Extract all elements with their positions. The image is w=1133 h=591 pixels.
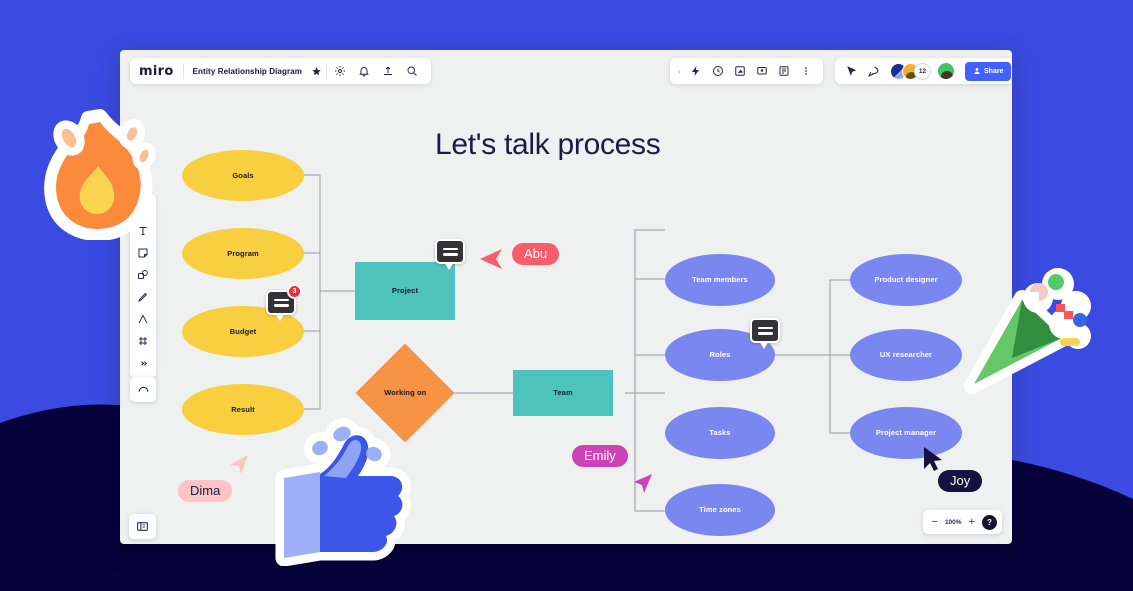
help-button[interactable]: ?: [982, 514, 997, 530]
connector-tool[interactable]: [133, 309, 153, 329]
node-tasks[interactable]: Tasks: [665, 407, 775, 459]
cursor-dima: [230, 455, 248, 474]
node-program[interactable]: Program: [182, 228, 304, 279]
miro-app-window: Let's talk process Goals Program Budget …: [120, 50, 1012, 544]
frame-icon[interactable]: [731, 62, 750, 81]
node-label: Project: [391, 286, 419, 296]
node-ux-researcher[interactable]: UX researcher: [850, 329, 962, 381]
comment-project[interactable]: [435, 239, 465, 270]
thumbs-up-sticker: [275, 418, 411, 566]
chevron-right-icon[interactable]: ›: [677, 67, 684, 76]
node-label: Team members: [692, 275, 748, 285]
zoom-level: 100%: [944, 518, 962, 526]
canvas-title: Let's talk process: [435, 128, 661, 162]
avatar-current-user[interactable]: [937, 62, 955, 80]
undo-icon: [138, 386, 148, 392]
timer-icon[interactable]: [709, 62, 728, 81]
comment-line: [442, 247, 458, 250]
connector-icon: [138, 314, 148, 324]
comment-budget[interactable]: 3: [266, 284, 302, 321]
cursor-emily: [634, 474, 652, 493]
node-project[interactable]: Project: [355, 262, 455, 320]
more-icon[interactable]: [797, 62, 816, 81]
document-title[interactable]: Entity Relationship Diagram: [184, 67, 307, 76]
sticky-note-tool[interactable]: [133, 243, 153, 263]
share-label: Share: [984, 67, 1004, 75]
shapes-tool[interactable]: [133, 265, 153, 285]
canvas[interactable]: Let's talk process Goals Program Budget …: [120, 50, 1012, 544]
pen-icon: [138, 292, 148, 302]
comment-roles[interactable]: [750, 318, 780, 349]
gear-icon[interactable]: [331, 62, 350, 81]
lightning-icon[interactable]: [687, 62, 706, 81]
node-product-designer[interactable]: Product designer: [850, 254, 962, 306]
collaborator-tag-emily: Emily: [572, 445, 628, 467]
node-label: Time zones: [699, 505, 741, 515]
more-icon: [140, 360, 147, 366]
node-label: Program: [227, 248, 259, 258]
panel-toggle[interactable]: [129, 514, 156, 539]
node-project-manager[interactable]: Project manager: [850, 407, 962, 459]
topbar-left: miro Entity Relationship Diagram: [130, 58, 431, 84]
cursor-joy: [924, 447, 942, 471]
frame-icon: [139, 337, 147, 345]
panel-icon: [137, 522, 148, 531]
divider: [325, 63, 327, 79]
page-root: Let's talk process Goals Program Budget …: [0, 0, 1133, 591]
miro-logo[interactable]: miro: [139, 64, 183, 79]
star-icon[interactable]: [307, 62, 326, 81]
cursor-share-icon[interactable]: [842, 62, 861, 81]
topbar-right: 12 Share: [835, 58, 1012, 84]
rocket-icon[interactable]: [864, 62, 883, 81]
avatar-count-badge[interactable]: 12: [914, 62, 931, 80]
node-label: Project manager: [875, 428, 937, 438]
bell-icon[interactable]: [355, 62, 374, 81]
node-team[interactable]: Team: [513, 370, 613, 416]
topbar-middle: ›: [670, 58, 823, 84]
node-label: Goals: [232, 170, 254, 180]
node-team-members[interactable]: Team members: [665, 254, 775, 306]
comment-line: [757, 332, 773, 335]
node-label: Result: [231, 404, 255, 414]
zoom-control: − 100% + ?: [922, 510, 1002, 534]
frame-tool[interactable]: [133, 331, 153, 351]
zoom-in-button[interactable]: +: [969, 516, 975, 528]
upload-icon[interactable]: [379, 62, 398, 81]
shapes-icon: [138, 270, 148, 279]
zoom-out-button[interactable]: −: [932, 516, 938, 528]
collaborator-tag-joy: Joy: [938, 470, 983, 492]
canvas-title-plain: Let's talk: [435, 128, 550, 161]
comment-line: [273, 298, 289, 301]
party-popper-sticker: [964, 268, 1091, 394]
comment-line: [757, 326, 773, 329]
node-goals[interactable]: Goals: [182, 150, 304, 201]
card-icon[interactable]: [775, 62, 794, 81]
node-time-zones[interactable]: Time zones: [665, 484, 775, 536]
sticky-note-icon: [138, 248, 148, 258]
cursor-abu: [480, 249, 502, 269]
more-tools[interactable]: [133, 353, 153, 373]
node-label: Budget: [229, 326, 257, 336]
collaborator-tag-abu: Abu: [512, 243, 560, 265]
presentation-icon[interactable]: [753, 62, 772, 81]
avatar-group[interactable]: 12: [890, 62, 955, 80]
comment-badge: 3: [287, 284, 302, 299]
node-label: Working on: [383, 388, 427, 398]
comment-line: [273, 304, 289, 307]
node-label: UX researcher: [879, 350, 933, 360]
undo-tool[interactable]: [130, 377, 156, 402]
fire-sticker: [44, 109, 156, 240]
node-label: Product designer: [874, 275, 938, 285]
person-icon: [974, 68, 980, 74]
node-label: Team: [553, 388, 573, 398]
search-icon[interactable]: [403, 62, 422, 81]
node-label: Roles: [709, 350, 731, 360]
comment-line: [442, 253, 458, 256]
share-button[interactable]: Share: [965, 61, 1012, 81]
pen-tool[interactable]: [133, 287, 153, 307]
canvas-title-highlight: process: [557, 128, 661, 161]
collaborator-tag-dima: Dima: [178, 480, 233, 502]
node-label: Tasks: [709, 428, 731, 438]
